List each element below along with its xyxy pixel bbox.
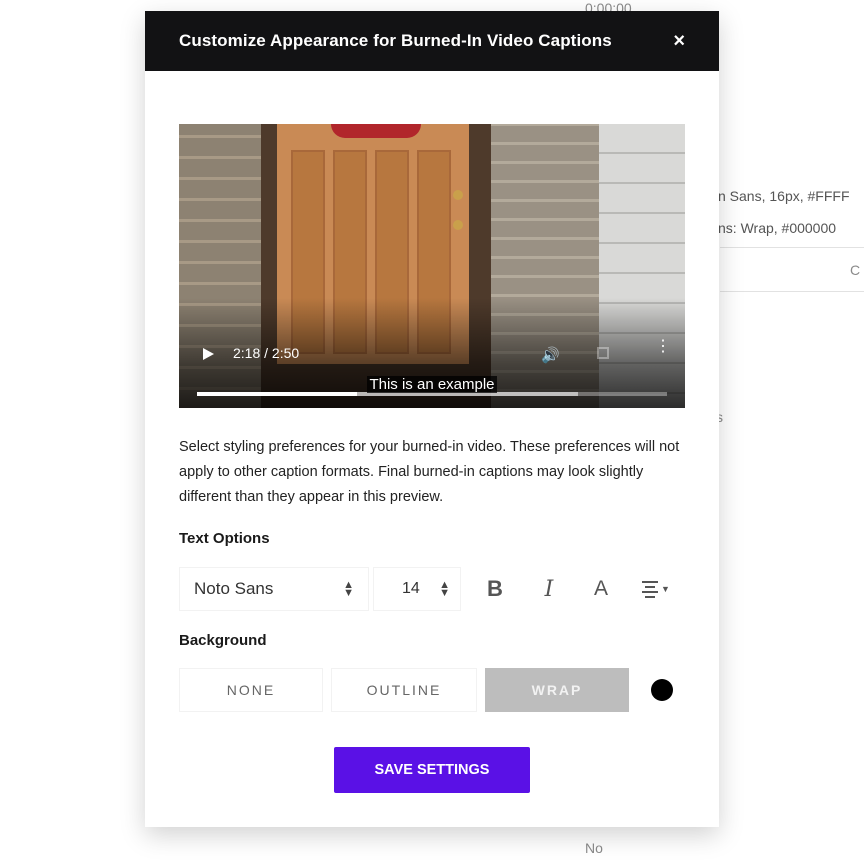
play-icon[interactable] — [203, 348, 214, 360]
background-divider — [720, 291, 864, 292]
select-arrows-icon: ▲ ▼ — [439, 579, 450, 599]
background-divider — [720, 247, 864, 248]
background-outline-button[interactable]: OUTLINE — [331, 668, 477, 712]
background-wrap-button[interactable]: WRAP — [485, 668, 629, 712]
font-family-value: Noto Sans — [194, 579, 274, 598]
background-caption-bg-text: ns: Wrap, #000000 — [718, 220, 837, 236]
background-no-text: No — [585, 840, 603, 856]
background-label: Background — [179, 632, 267, 649]
background-column-header: C — [850, 262, 861, 278]
fullscreen-icon[interactable] — [597, 347, 609, 359]
close-icon[interactable]: × — [673, 31, 685, 51]
door-knob — [453, 190, 463, 200]
video-frame-wreath — [331, 124, 421, 138]
caption-preview-text: This is an example — [367, 376, 497, 393]
font-size-value: 14 — [402, 580, 420, 597]
styling-description: Select styling preferences for your burn… — [179, 439, 680, 505]
italic-button[interactable]: I — [537, 574, 561, 604]
caption-preview: This is an example — [179, 376, 685, 393]
volume-icon[interactable]: 🔊 — [541, 346, 560, 364]
select-arrows-icon: ▲ ▼ — [343, 579, 354, 599]
door-lock — [453, 220, 463, 230]
background-none-button[interactable]: NONE — [179, 668, 323, 712]
text-color-button[interactable]: A — [589, 574, 613, 604]
modal-header: Customize Appearance for Burned-In Video… — [145, 11, 719, 71]
save-settings-button[interactable]: SAVE SETTINGS — [334, 747, 530, 793]
bold-button[interactable]: B — [483, 574, 507, 604]
text-options-label: Text Options — [179, 530, 270, 547]
text-align-button[interactable]: ▼ — [639, 574, 673, 604]
modal-title: Customize Appearance for Burned-In Video… — [179, 31, 612, 50]
more-options-icon[interactable]: ⋮ — [655, 339, 671, 355]
align-center-icon — [642, 580, 659, 598]
background-color-swatch[interactable] — [651, 679, 673, 701]
video-preview[interactable]: 2:18 / 2:50 🔊 ⋮ This is an example — [179, 124, 685, 408]
font-size-select[interactable]: 14 ▲ ▼ — [373, 567, 461, 611]
background-caption-style-text: n Sans, 16px, #FFFF — [718, 188, 850, 204]
video-time: 2:18 / 2:50 — [233, 345, 300, 361]
font-family-select[interactable]: Noto Sans ▲ ▼ — [179, 567, 369, 611]
chevron-down-icon: ▼ — [661, 584, 670, 594]
caption-appearance-modal: Customize Appearance for Burned-In Video… — [145, 11, 719, 827]
